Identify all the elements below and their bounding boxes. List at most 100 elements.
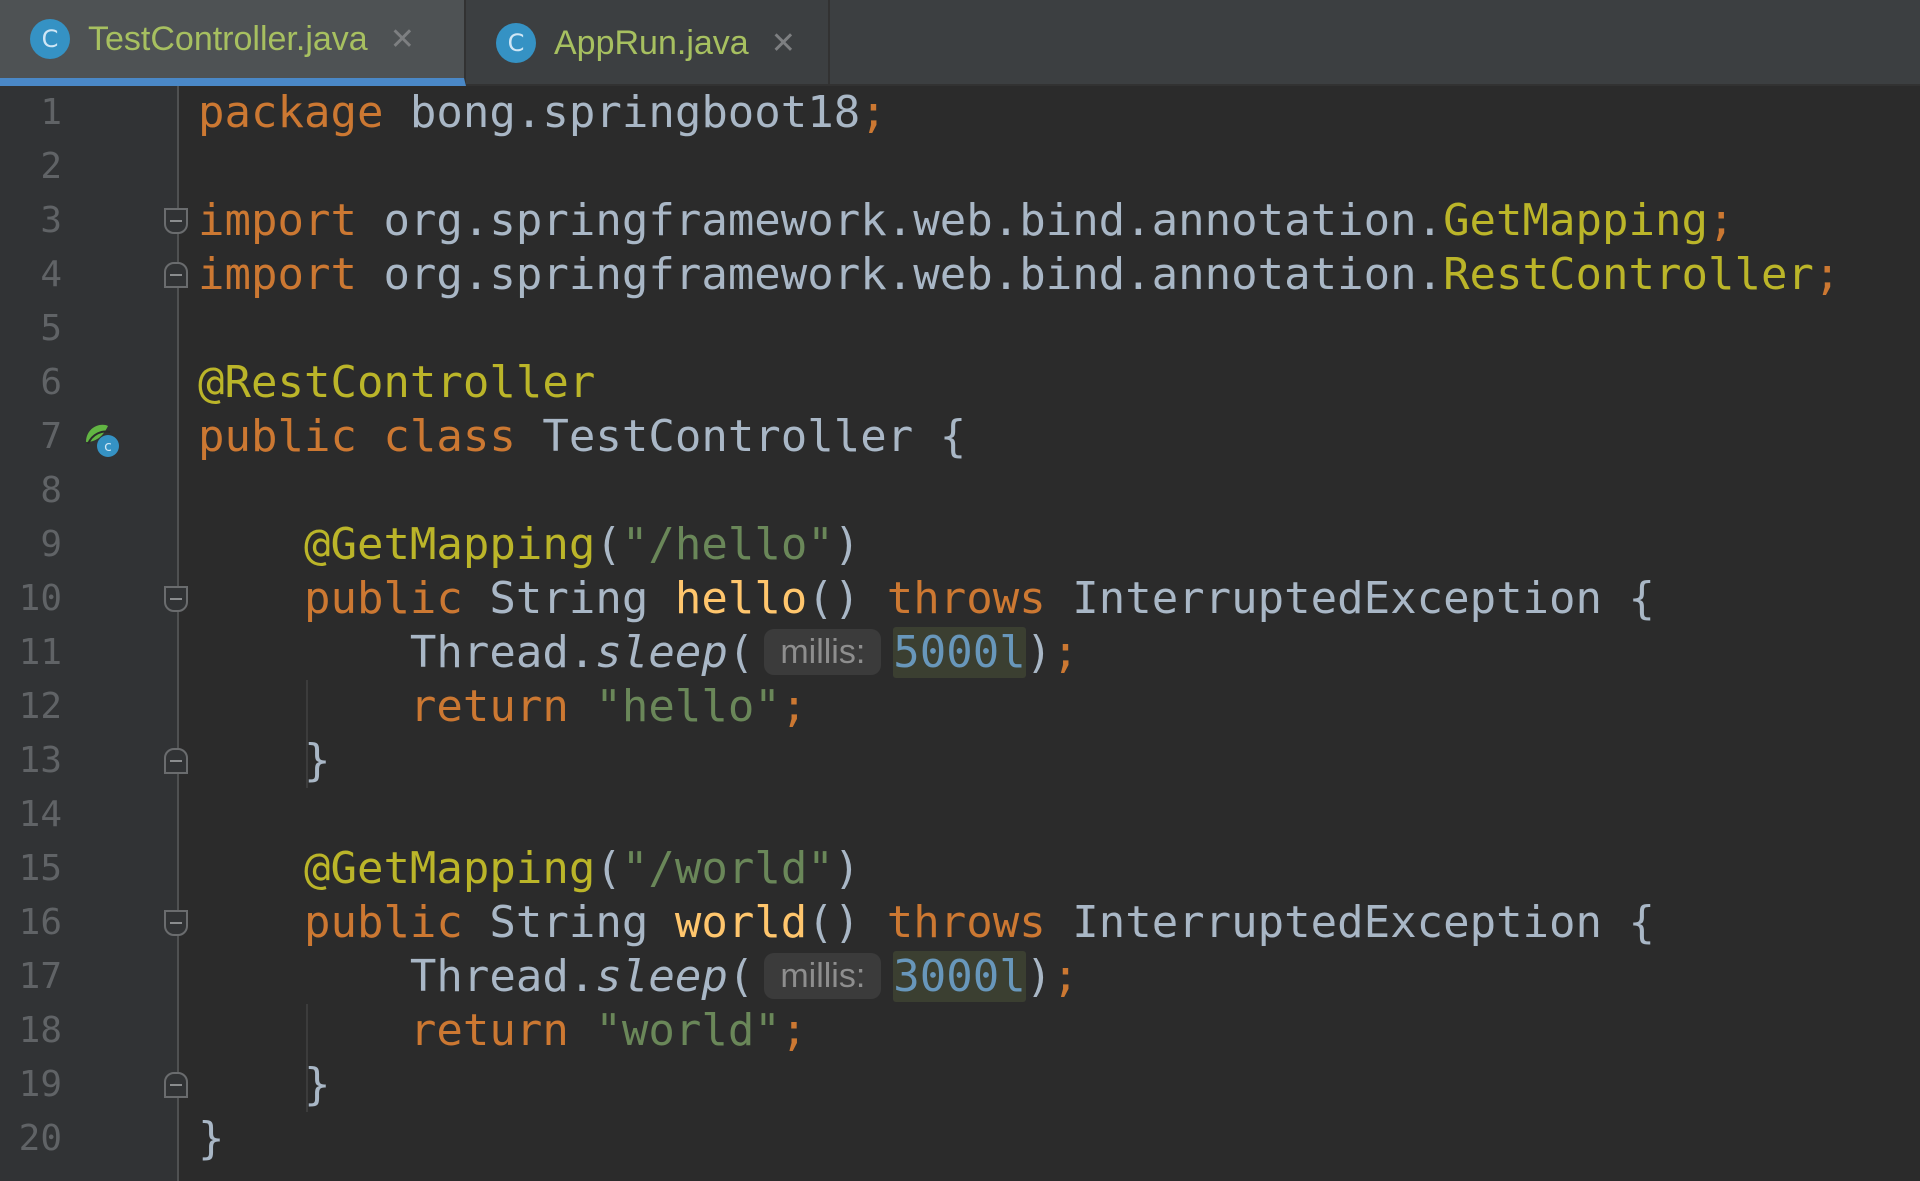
keyword: public	[303, 573, 463, 624]
semicolon: ;	[860, 87, 887, 138]
line-number: 12	[18, 686, 62, 727]
paren: (	[595, 843, 622, 894]
object-ref: Thread.	[409, 627, 596, 678]
code-line-15[interactable]: @GetMapping("/world")	[198, 842, 860, 896]
package-name: bong.springboot18	[383, 87, 861, 138]
annotation: @RestController	[198, 357, 596, 408]
code-line-3[interactable]: import org.springframework.web.bind.anno…	[198, 194, 1734, 248]
code-line-4[interactable]: import org.springframework.web.bind.anno…	[198, 248, 1840, 302]
annotation: @GetMapping	[303, 843, 596, 894]
line-number: 15	[18, 848, 62, 889]
tab-testcontroller[interactable]: C TestController.java ✕	[0, 0, 466, 86]
fold-guide-line	[177, 86, 179, 1181]
fold-marker-icon[interactable]	[164, 748, 188, 774]
fold-marker-icon[interactable]	[164, 910, 188, 936]
closing-brace: }	[198, 1113, 225, 1164]
fold-marker-icon[interactable]	[164, 262, 188, 288]
code-line-10[interactable]: public String hello() throws Interrupted…	[198, 572, 1655, 626]
code-line-18[interactable]: return "world";	[198, 1004, 807, 1058]
line-number: 11	[18, 632, 62, 673]
code-line-1[interactable]: package bong.springboot18;	[198, 86, 887, 140]
close-icon[interactable]: ✕	[390, 22, 415, 57]
code-editor-window: C TestController.java ✕ C AppRun.java ✕ …	[0, 0, 1920, 1181]
static-method: sleep	[595, 951, 728, 1002]
string-literal: "world"	[568, 1005, 781, 1056]
tab-label: TestController.java	[88, 19, 368, 58]
line-number: 18	[18, 1010, 62, 1051]
number-literal: 5000l	[893, 627, 1026, 678]
code-line-13[interactable]: }	[198, 734, 331, 788]
code-line-9[interactable]: @GetMapping("/hello")	[198, 518, 860, 572]
static-method: sleep	[595, 627, 728, 678]
method-name: hello	[674, 573, 808, 624]
code-line-7[interactable]: public class TestController {	[198, 410, 966, 464]
line-number: 3	[40, 200, 62, 241]
svg-text:c: c	[104, 439, 112, 455]
keyword: throws	[886, 573, 1046, 624]
keyword: return	[409, 681, 569, 732]
string-literal: "/world"	[621, 843, 834, 894]
class-declaration: TestController {	[515, 411, 967, 462]
string-literal: "hello"	[568, 681, 781, 732]
line-number: 4	[40, 254, 62, 295]
keyword: public	[303, 897, 463, 948]
annotation: @GetMapping	[303, 519, 596, 570]
return-type: String	[462, 573, 675, 624]
semicolon: ;	[1052, 627, 1079, 678]
paren: (	[727, 951, 755, 1002]
keyword: package	[198, 87, 384, 138]
code-area[interactable]: package bong.springboot18; import org.sp…	[198, 86, 1920, 1181]
close-icon[interactable]: ✕	[771, 26, 796, 61]
paren: )	[833, 519, 861, 570]
line-number: 1	[40, 92, 62, 133]
code-line-11[interactable]: Thread.sleep(millis: 5000l);	[198, 626, 1079, 680]
spring-bean-icon[interactable]: c	[82, 420, 122, 460]
code-line-16[interactable]: public String world() throws Interrupted…	[198, 896, 1655, 950]
object-ref: Thread.	[409, 951, 596, 1002]
paren: (	[595, 519, 622, 570]
paren: )	[1025, 951, 1053, 1002]
tab-apprun[interactable]: C AppRun.java ✕	[466, 0, 830, 86]
code-line-19[interactable]: }	[198, 1058, 331, 1112]
fold-marker-icon[interactable]	[164, 208, 188, 234]
closing-brace: }	[303, 735, 331, 786]
line-number: 17	[18, 956, 62, 997]
import-path: org.springframework.web.bind.annotation.	[356, 249, 1444, 300]
import-path: org.springframework.web.bind.annotation.	[356, 195, 1444, 246]
code-line-12[interactable]: return "hello";	[198, 680, 807, 734]
line-number: 14	[18, 794, 62, 835]
string-literal: "/hello"	[621, 519, 834, 570]
paren: )	[833, 843, 861, 894]
line-number: 6	[40, 362, 62, 403]
keyword: throws	[886, 897, 1046, 948]
semicolon: ;	[1052, 951, 1079, 1002]
import-class: RestController	[1443, 249, 1814, 300]
fold-marker-icon[interactable]	[164, 1072, 188, 1098]
line-number: 10	[18, 578, 62, 619]
semicolon: ;	[780, 1005, 808, 1056]
code-line-17[interactable]: Thread.sleep(millis: 3000l);	[198, 950, 1079, 1004]
number-literal: 3000l	[893, 951, 1026, 1002]
paren: ()	[807, 897, 887, 948]
line-number: 16	[18, 902, 62, 943]
method-name: world	[674, 897, 808, 948]
line-number: 5	[40, 308, 62, 349]
code-line-20[interactable]: }	[198, 1112, 225, 1166]
semicolon: ;	[1707, 195, 1735, 246]
import-class: GetMapping	[1443, 195, 1708, 246]
exception-decl: InterruptedException {	[1045, 573, 1656, 624]
tab-label: AppRun.java	[554, 23, 749, 62]
keyword: public class	[198, 411, 516, 462]
line-number: 9	[40, 524, 62, 565]
keyword: import	[198, 249, 357, 300]
semicolon: ;	[780, 681, 808, 732]
java-class-icon: C	[496, 23, 536, 63]
fold-marker-icon[interactable]	[164, 586, 188, 612]
line-number: 7	[40, 416, 62, 457]
paren: ()	[807, 573, 887, 624]
line-number-gutter[interactable]: 1 2 3 4 5 6 7 8 9 10 11 12 13 14 15 16 1…	[0, 86, 178, 1181]
java-class-icon: C	[30, 19, 70, 59]
exception-decl: InterruptedException {	[1045, 897, 1656, 948]
paren: )	[1025, 627, 1053, 678]
code-line-6[interactable]: @RestController	[198, 356, 595, 410]
